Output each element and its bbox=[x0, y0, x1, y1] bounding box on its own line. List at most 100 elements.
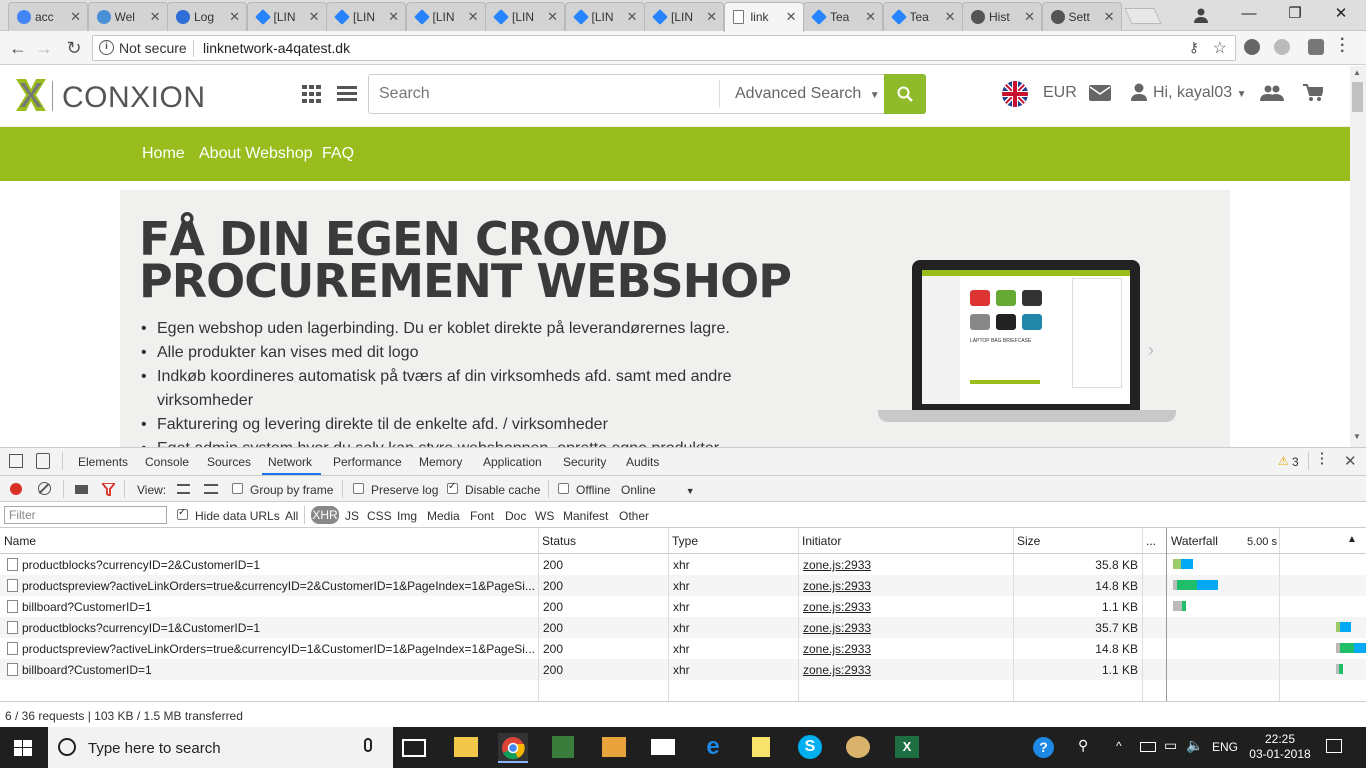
browser-tab[interactable]: Sett ✕ bbox=[1041, 2, 1122, 31]
inspect-element-icon[interactable] bbox=[9, 454, 23, 468]
filter-type-css[interactable]: CSS bbox=[367, 509, 392, 523]
browser-tab[interactable]: [LIN ✕ bbox=[485, 2, 565, 31]
devtools-tab-sources[interactable]: Sources bbox=[207, 455, 251, 469]
user-menu[interactable]: Hi, kayal03 ▼ bbox=[1153, 84, 1247, 102]
uk-flag-icon[interactable] bbox=[1002, 81, 1028, 107]
close-devtools-icon[interactable]: ✕ bbox=[1344, 452, 1357, 470]
devtools-tab-network[interactable]: Network bbox=[268, 455, 312, 469]
mail-app-icon[interactable] bbox=[651, 739, 675, 755]
info-icon[interactable]: i bbox=[99, 40, 114, 55]
column-header-size[interactable]: Size bbox=[1013, 528, 1142, 554]
extension-gear-icon[interactable] bbox=[1244, 39, 1260, 55]
filter-type-img[interactable]: Img bbox=[397, 509, 417, 523]
search-button[interactable] bbox=[884, 74, 926, 114]
sticky-notes-icon[interactable] bbox=[752, 737, 770, 757]
browser-tab[interactable]: Hist ✕ bbox=[962, 2, 1042, 31]
browser-tab[interactable]: link ✕ bbox=[723, 2, 804, 32]
column-header-status[interactable]: Status bbox=[538, 528, 668, 554]
users-group-icon[interactable] bbox=[1260, 85, 1284, 106]
close-tab-icon[interactable]: ✕ bbox=[547, 9, 558, 25]
column-header-initiator[interactable]: Initiator bbox=[798, 528, 1013, 554]
carousel-next-icon[interactable]: › bbox=[1148, 340, 1154, 361]
disable-cache-checkbox[interactable] bbox=[447, 481, 458, 494]
network-icon[interactable]: ▭ bbox=[1164, 737, 1177, 754]
close-tab-icon[interactable]: ✕ bbox=[309, 9, 320, 25]
table-row[interactable]: productblocks?currencyID=1&CustomerID=1 … bbox=[0, 617, 1366, 638]
devtools-tab-security[interactable]: Security bbox=[563, 455, 606, 469]
profile-icon[interactable] bbox=[1178, 3, 1224, 27]
browser-tab[interactable]: [LIN ✕ bbox=[564, 2, 645, 31]
help-icon[interactable]: ? bbox=[1033, 737, 1054, 758]
close-tab-icon[interactable]: ✕ bbox=[945, 9, 956, 25]
sort-ascending-icon[interactable]: ▲ bbox=[1347, 534, 1357, 545]
browser-tab[interactable]: acc ✕ bbox=[8, 2, 88, 31]
throttling-select[interactable]: Online ▼ bbox=[621, 483, 695, 497]
grid-view-icon[interactable] bbox=[302, 85, 322, 108]
back-button[interactable]: ← bbox=[6, 36, 30, 60]
menu-home-link[interactable]: Home bbox=[142, 145, 185, 163]
warning-count[interactable]: 3 bbox=[1292, 455, 1299, 469]
address-bar[interactable]: i Not secure linknetwork-a4qatest.dk ⚷ ☆ bbox=[92, 35, 1236, 61]
table-row[interactable]: productspreview?activeLinkOrders=true&cu… bbox=[0, 575, 1366, 596]
close-tab-icon[interactable]: ✕ bbox=[1024, 9, 1035, 25]
browser-tab[interactable]: Tea ✕ bbox=[882, 2, 963, 31]
task-view-icon[interactable] bbox=[402, 739, 426, 757]
file-explorer-icon[interactable] bbox=[454, 737, 478, 757]
chrome-taskbar-icon[interactable] bbox=[498, 733, 528, 763]
offline-checkbox[interactable] bbox=[558, 483, 569, 494]
menu-faq-link[interactable]: FAQ bbox=[322, 145, 354, 163]
bookmark-star-icon[interactable]: ☆ bbox=[1213, 38, 1227, 58]
browser-tab[interactable]: Log ✕ bbox=[167, 2, 247, 31]
table-row[interactable]: billboard?CustomerID=1 200 xhr zone.js:2… bbox=[0, 659, 1366, 680]
overview-icon[interactable] bbox=[204, 484, 218, 494]
preserve-log-checkbox[interactable] bbox=[353, 483, 364, 494]
restore-button[interactable]: ❐ bbox=[1272, 3, 1318, 27]
filter-type-media[interactable]: Media bbox=[427, 509, 460, 523]
filter-type-js[interactable]: JS bbox=[345, 509, 359, 523]
record-icon[interactable] bbox=[10, 483, 22, 495]
extension-square-icon[interactable] bbox=[1308, 39, 1324, 55]
close-tab-icon[interactable]: ✕ bbox=[388, 9, 399, 25]
browser-tab[interactable]: Tea ✕ bbox=[803, 2, 883, 31]
close-tab-icon[interactable]: ✕ bbox=[468, 9, 479, 25]
people-icon[interactable]: ⚲ bbox=[1078, 737, 1088, 754]
request-initiator-link[interactable]: zone.js:2933 bbox=[803, 558, 871, 572]
browser-tab[interactable]: [LIN ✕ bbox=[326, 2, 406, 31]
table-row[interactable]: productspreview?activeLinkOrders=true&cu… bbox=[0, 638, 1366, 659]
microphone-icon[interactable] bbox=[364, 738, 372, 752]
show-hidden-icons[interactable]: ^ bbox=[1116, 739, 1122, 753]
devtools-tab-console[interactable]: Console bbox=[145, 455, 189, 469]
edge-icon[interactable]: e bbox=[702, 735, 724, 759]
group-by-frame-checkbox[interactable] bbox=[232, 483, 243, 494]
request-initiator-link[interactable]: zone.js:2933 bbox=[803, 642, 871, 656]
key-icon[interactable]: ⚷ bbox=[1189, 39, 1199, 56]
url-text[interactable]: linknetwork-a4qatest.dk bbox=[203, 40, 350, 56]
filter-type-font[interactable]: Font bbox=[470, 509, 494, 523]
filter-type-xhr[interactable]: XHR bbox=[311, 506, 339, 524]
close-tab-icon[interactable]: ✕ bbox=[229, 9, 240, 25]
large-rows-icon[interactable] bbox=[177, 484, 190, 494]
filter-type-ws[interactable]: WS bbox=[535, 509, 554, 523]
forward-button[interactable]: → bbox=[32, 36, 56, 60]
device-toolbar-icon[interactable] bbox=[36, 453, 50, 469]
scroll-down-arrow-icon[interactable]: ▼ bbox=[1353, 432, 1361, 441]
conxion-logo[interactable]: CONXION bbox=[16, 79, 205, 114]
clock[interactable]: 22:25 03-01-2018 bbox=[1248, 732, 1312, 762]
request-initiator-link[interactable]: zone.js:2933 bbox=[803, 579, 871, 593]
cart-icon[interactable] bbox=[1303, 84, 1325, 107]
minimize-button[interactable]: — bbox=[1226, 3, 1272, 27]
request-initiator-link[interactable]: zone.js:2933 bbox=[803, 663, 871, 677]
taskbar-search-box[interactable]: Type here to search bbox=[48, 727, 393, 768]
table-row[interactable]: productblocks?currencyID=2&CustomerID=1 … bbox=[0, 554, 1366, 575]
extension-puzzle-icon[interactable] bbox=[1274, 39, 1290, 55]
skype-icon[interactable]: S bbox=[798, 735, 822, 759]
column-header-waterfall[interactable]: Waterfall 5.00 s ▲ bbox=[1167, 528, 1366, 554]
battery-icon[interactable] bbox=[1140, 742, 1156, 752]
close-tab-icon[interactable]: ✕ bbox=[706, 9, 717, 25]
menu-about-webshop-link[interactable]: About Webshop bbox=[199, 145, 313, 163]
browser-tab[interactable]: [LIN ✕ bbox=[405, 2, 486, 31]
filter-type-doc[interactable]: Doc bbox=[505, 509, 526, 523]
devtools-tab-memory[interactable]: Memory bbox=[419, 455, 462, 469]
close-tab-icon[interactable]: ✕ bbox=[627, 9, 638, 25]
excel-icon[interactable]: X bbox=[895, 736, 919, 758]
